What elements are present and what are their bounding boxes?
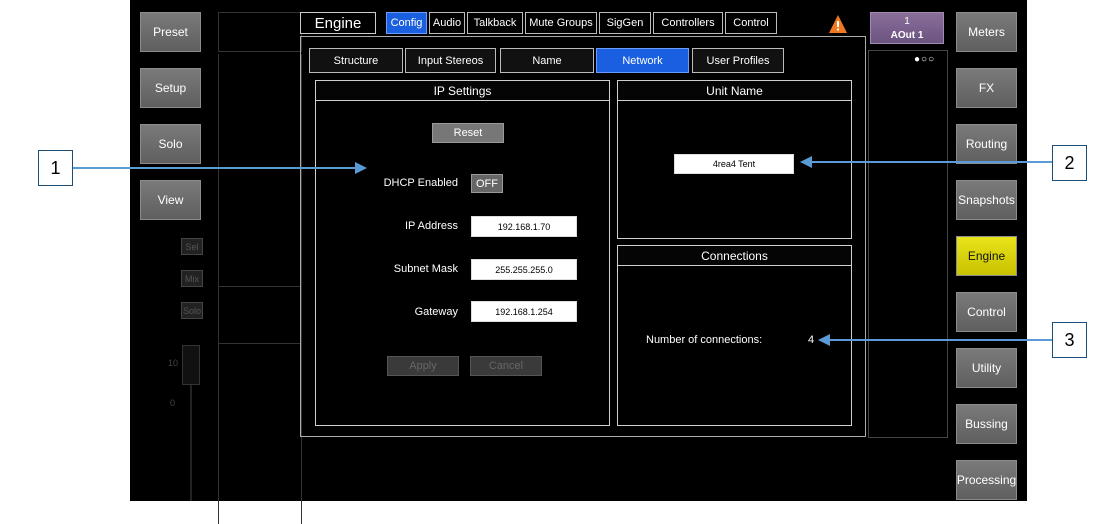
callout-3-arrowhead bbox=[818, 334, 830, 346]
callout-arrows bbox=[73, 156, 1052, 346]
callout-3: 3 bbox=[1052, 322, 1087, 358]
callout-2-arrowhead bbox=[800, 156, 812, 168]
callout-2: 2 bbox=[1052, 145, 1087, 181]
callout-1: 1 bbox=[38, 150, 73, 186]
callout-1-arrowhead bbox=[355, 162, 367, 174]
